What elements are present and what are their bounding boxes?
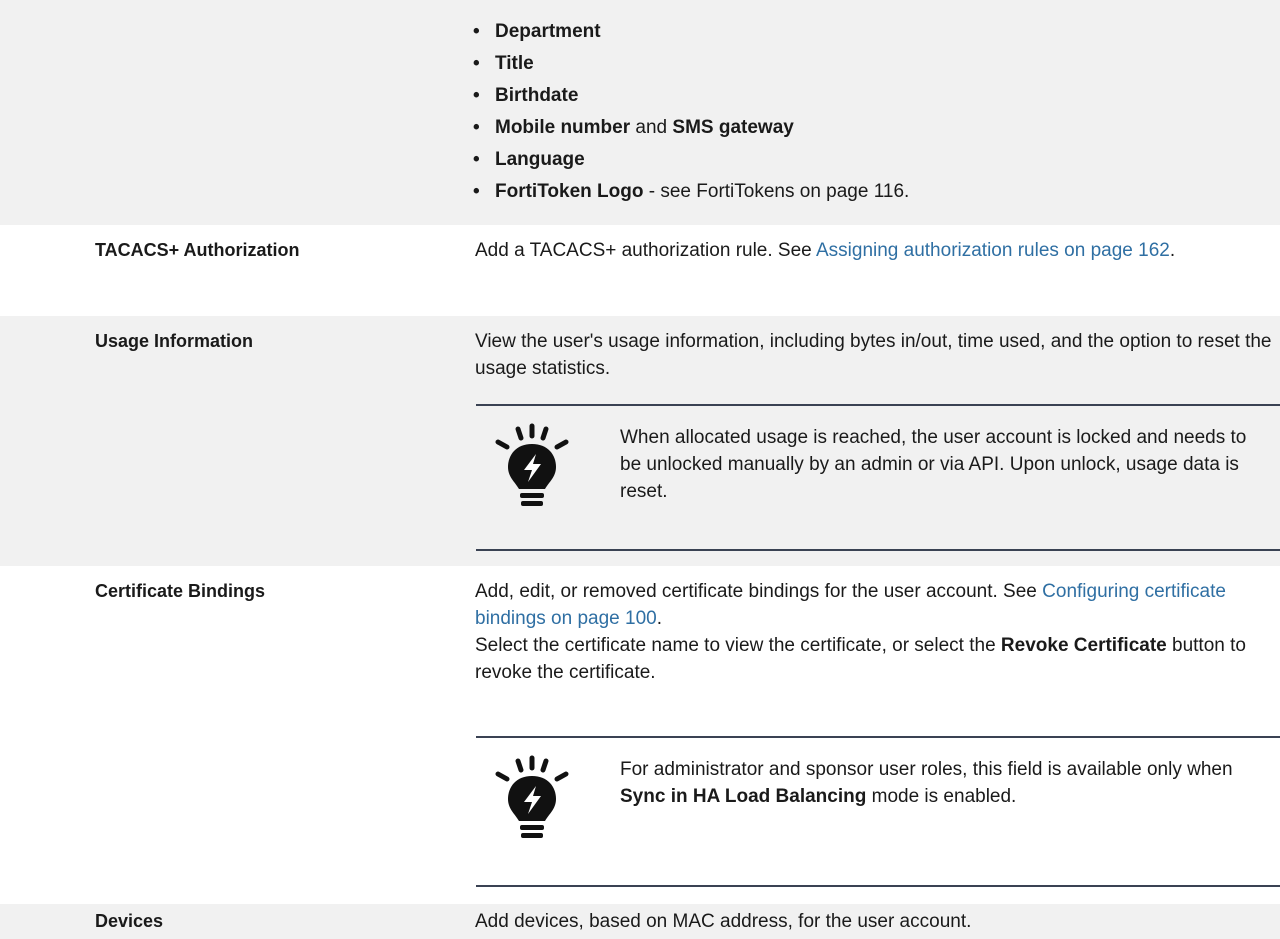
tip-note: When allocated usage is reached, the use… xyxy=(476,404,1280,551)
lightbulb-tip-icon xyxy=(495,755,569,838)
row-key: Certificate Bindings xyxy=(95,581,266,601)
list-item: • FortiToken Logo - see FortiTokens on pa… xyxy=(473,181,910,202)
field-list: • Department • Title • Birthdate • Mobile nu… xyxy=(473,16,909,208)
list-item: • Mobile number and SMS gateway xyxy=(473,117,794,138)
row-value: Add devices, based on MAC address, for t… xyxy=(475,911,972,932)
row-key: Usage Information xyxy=(95,331,254,351)
authorization-rules-link[interactable]: Assigning authorization rules on page 16… xyxy=(816,240,1170,261)
fortitokens-link[interactable]: FortiTokens on page 116 xyxy=(696,181,904,202)
list-item: • Title xyxy=(473,53,534,74)
row-continuation: • Department • Title • Birthdate • Mobile nu… xyxy=(0,0,1280,225)
row-devices: Devices Add devices, based on MAC addres… xyxy=(0,904,1280,939)
row-usage: Usage Information View the user's usage … xyxy=(0,316,1280,566)
row-value: Add, edit, or removed certificate bindin… xyxy=(475,581,1246,683)
lightbulb-tip-icon xyxy=(495,423,569,506)
list-item: • Department xyxy=(473,21,601,42)
row-key: Devices xyxy=(95,911,164,931)
list-item: • Language xyxy=(473,149,585,170)
row-value: Add a TACACS+ authorization rule. See As… xyxy=(475,240,1176,261)
row-value: View the user's usage information, inclu… xyxy=(475,331,1272,379)
note-text: For administrator and sponsor user roles… xyxy=(620,759,1233,807)
note-text: When allocated usage is reached, the use… xyxy=(620,427,1247,502)
list-item: • Birthdate xyxy=(473,85,579,106)
row-certificate-bindings: Certificate Bindings Add, edit, or remov… xyxy=(0,566,1280,904)
tip-note: For administrator and sponsor user roles… xyxy=(476,736,1280,887)
row-key: TACACS+ Authorization xyxy=(95,240,300,260)
row-tacacs: TACACS+ Authorization Add a TACACS+ auth… xyxy=(0,225,1280,316)
